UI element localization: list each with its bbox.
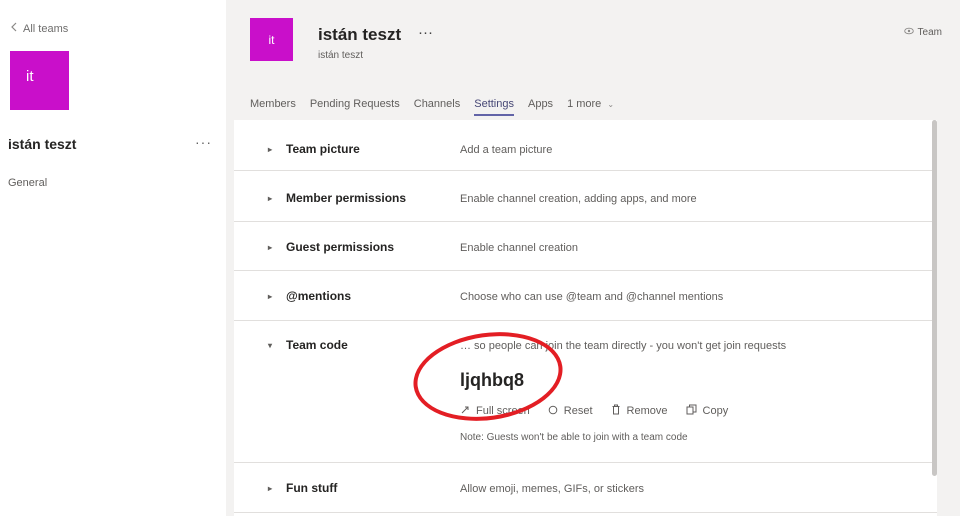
all-teams-link[interactable]: All teams	[10, 22, 68, 35]
eye-icon	[903, 27, 914, 38]
settings-row-title[interactable]: ▾ Team code	[268, 338, 348, 352]
team-avatar-initials: it	[26, 68, 34, 85]
remove-label: Remove	[626, 405, 668, 417]
settings-row-title-text: Team code	[286, 338, 348, 352]
team-more-options-button[interactable]: ···	[195, 134, 212, 150]
header-team-avatar-initials: it	[268, 32, 275, 47]
settings-row-title: ▸ Team picture	[268, 142, 360, 156]
all-teams-label: All teams	[23, 22, 69, 35]
tab-members[interactable]: Members	[250, 98, 296, 116]
settings-row-title-text: Fun stuff	[286, 481, 338, 495]
caret-right-icon: ▸	[268, 483, 273, 493]
team-tabs: Members Pending Requests Channels Settin…	[250, 98, 614, 116]
caret-right-icon: ▸	[268, 291, 273, 301]
channel-item-general[interactable]: General	[8, 177, 47, 189]
settings-row-title: ▸ @mentions	[268, 289, 351, 303]
copy-label: Copy	[702, 405, 729, 417]
caret-right-icon: ▸	[268, 193, 273, 203]
team-name: istán teszt	[8, 136, 77, 152]
reset-label: Reset	[563, 405, 593, 417]
settings-row-title-text: Team picture	[286, 142, 360, 156]
caret-down-icon: ▾	[268, 340, 273, 350]
settings-row-mentions[interactable]: ▸ @mentions Choose who can use @team and…	[234, 270, 937, 321]
header-team-subtitle: istán teszt	[318, 50, 364, 61]
settings-row-title-text: @mentions	[286, 289, 352, 303]
caret-right-icon: ▸	[268, 144, 273, 154]
tab-pending-requests[interactable]: Pending Requests	[310, 98, 400, 116]
settings-row-description: Allow emoji, memes, GIFs, or stickers	[460, 483, 644, 495]
settings-panel: ▸ Team picture Add a team picture ▸ Memb…	[234, 120, 937, 516]
header-team-name: istán teszt	[318, 25, 402, 44]
tab-channels[interactable]: Channels	[414, 98, 460, 116]
settings-row-guest-permissions[interactable]: ▸ Guest permissions Enable channel creat…	[234, 221, 937, 271]
reset-icon	[548, 405, 558, 418]
settings-row-team-picture[interactable]: ▸ Team picture Add a team picture	[234, 120, 937, 171]
caret-right-icon: ▸	[268, 242, 273, 252]
chevron-left-icon	[10, 22, 17, 35]
copy-button[interactable]: Copy	[686, 404, 729, 418]
header-more-options-button[interactable]: ···	[418, 24, 433, 41]
team-badge-label: Team	[917, 27, 942, 38]
teams-left-rail: All teams it istán teszt ··· General	[0, 0, 226, 516]
remove-button[interactable]: Remove	[611, 404, 668, 418]
settings-row-title: ▸ Guest permissions	[268, 240, 394, 254]
team-code-note: Note: Guests won't be able to join with …	[460, 432, 688, 443]
team-avatar: it	[10, 51, 69, 110]
settings-row-title-text: Member permissions	[286, 191, 407, 205]
settings-row-description: Add a team picture	[460, 144, 553, 156]
settings-row-title: ▸ Member permissions	[268, 191, 406, 205]
team-privacy-badge: Team	[903, 27, 942, 38]
copy-icon	[686, 404, 697, 418]
settings-row-title: ▸ Fun stuff	[268, 481, 337, 495]
tab-more-label: 1 more	[567, 98, 602, 110]
settings-row-description: Enable channel creation	[460, 242, 579, 254]
settings-row-member-permissions[interactable]: ▸ Member permissions Enable channel crea…	[234, 170, 937, 222]
settings-row-description: Enable channel creation, adding apps, an…	[460, 193, 697, 205]
tab-settings[interactable]: Settings	[474, 98, 514, 116]
header-team-avatar: it	[250, 18, 293, 61]
settings-row-fun-stuff[interactable]: ▸ Fun stuff Allow emoji, memes, GIFs, or…	[234, 462, 937, 513]
reset-button[interactable]: Reset	[548, 404, 593, 418]
chevron-down-icon: ⌄	[607, 100, 615, 109]
team-settings-main: it istán teszt ··· istán teszt Team Memb…	[226, 0, 960, 516]
trash-icon	[611, 404, 621, 418]
tab-more[interactable]: 1 more ⌄	[567, 98, 614, 116]
tab-apps[interactable]: Apps	[528, 98, 553, 116]
settings-row-title-text: Guest permissions	[286, 240, 395, 254]
settings-row-description: Choose who can use @team and @channel me…	[460, 291, 724, 303]
settings-scrollbar[interactable]	[932, 120, 937, 476]
